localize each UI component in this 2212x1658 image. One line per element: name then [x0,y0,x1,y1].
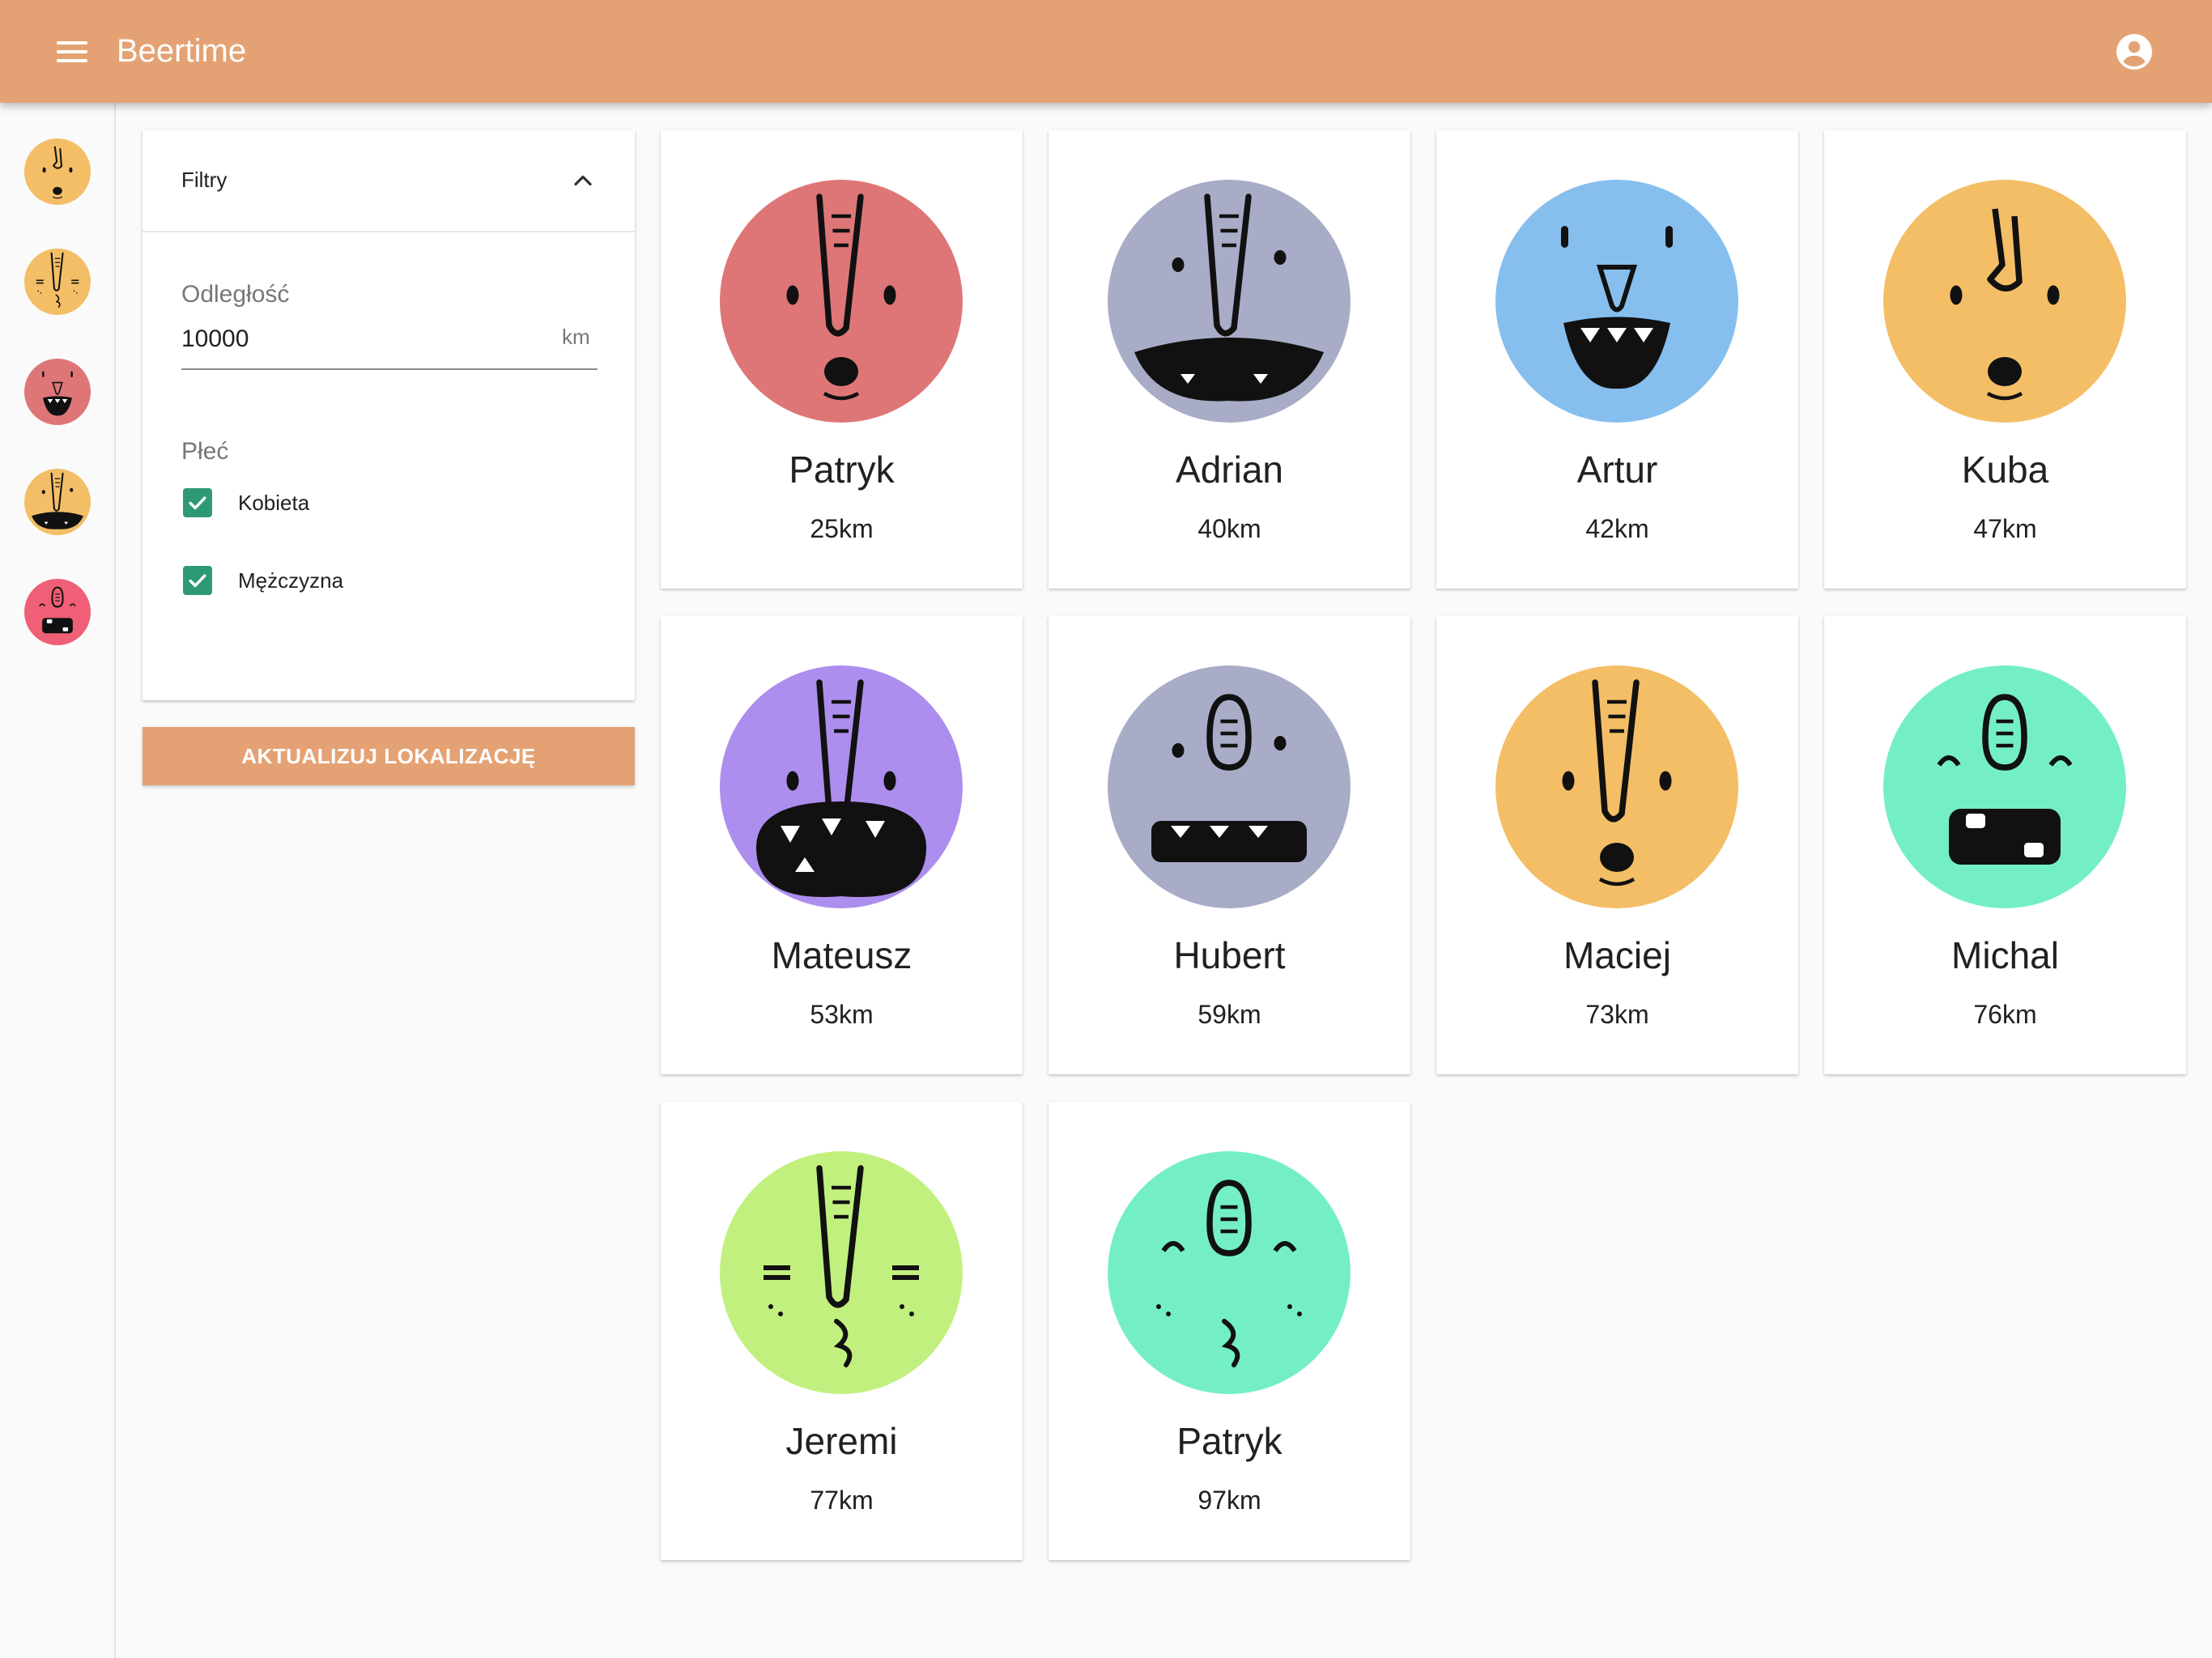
person-distance: 40km [1197,514,1261,543]
distance-unit: km [562,325,590,349]
face-avatar-icon [1495,180,1738,423]
person-name: Kuba [1961,449,2049,491]
menu-icon[interactable] [57,32,96,71]
rail-avatar-1[interactable] [24,138,91,205]
person-distance: 77km [810,1486,874,1515]
side-rail [0,103,116,1658]
checkbox-checked-icon[interactable] [183,488,212,517]
face-avatar-icon [1108,1151,1351,1394]
face-avatar-icon [1495,665,1738,908]
face-avatar-icon [1883,180,2126,423]
person-name: Adrian [1176,449,1283,491]
person-distance: 73km [1585,1000,1649,1029]
filters-header[interactable]: Filtry [143,130,635,232]
person-name: Maciej [1563,934,1671,976]
person-name: Jeremi [785,1420,898,1462]
person-name: Mateusz [771,934,912,976]
person-card[interactable]: Jeremi 77km [661,1102,1023,1560]
face-avatar-icon [720,1151,963,1394]
rail-avatar-4[interactable] [24,469,91,535]
person-name: Hubert [1173,934,1286,976]
distance-input[interactable] [181,318,598,370]
person-card[interactable]: Artur 42km [1436,130,1798,589]
person-distance: 59km [1197,1000,1261,1029]
checkbox-label: Mężczyzna [238,568,344,593]
face-avatar-icon [1108,665,1351,908]
checkbox-checked-icon[interactable] [183,566,212,595]
rail-avatar-5[interactable] [24,579,91,645]
face-avatar-icon [1108,180,1351,423]
person-card[interactable]: Maciej 73km [1436,616,1798,1074]
face-avatar-icon [720,180,963,423]
face-avatar-icon [1883,665,2126,908]
person-card[interactable]: Adrian 40km [1049,130,1410,589]
checkbox-mezczyzna[interactable]: Mężczyzna [181,566,343,595]
checkbox-label: Kobieta [238,490,310,515]
person-name: Patryk [1176,1420,1283,1462]
person-name: Michal [1951,934,2059,976]
gender-label: Płeć [181,438,229,465]
filters-panel: Filtry Odległość km Płeć Kobieta Mężczyz… [143,130,635,700]
face-avatar-icon [720,665,963,908]
account-circle-icon[interactable] [2115,32,2154,71]
person-distance: 42km [1585,514,1649,543]
person-name: Artur [1576,449,1658,491]
person-card[interactable]: Mateusz 53km [661,616,1023,1074]
update-location-button[interactable]: AKTUALIZUJ LOKALIZACJĘ [143,727,635,785]
person-distance: 25km [810,514,874,543]
person-distance: 53km [810,1000,874,1029]
rail-avatar-2[interactable] [24,249,91,315]
rail-avatar-3[interactable] [24,359,91,425]
app-bar: Beertime [0,0,2212,103]
distance-label: Odległość [181,281,290,308]
person-distance: 47km [1973,514,2037,543]
app-title: Beertime [117,33,247,69]
person-card[interactable]: Patryk 25km [661,130,1023,589]
person-card[interactable]: Hubert 59km [1049,616,1410,1074]
checkbox-kobieta[interactable]: Kobieta [181,488,309,517]
filters-title: Filtry [181,168,228,192]
person-card[interactable]: Patryk 97km [1049,1102,1410,1560]
person-distance: 97km [1197,1486,1261,1515]
person-name: Patryk [789,449,895,491]
chevron-up-icon [574,175,592,186]
person-card[interactable]: Kuba 47km [1824,130,2186,589]
person-card[interactable]: Michal 76km [1824,616,2186,1074]
person-distance: 76km [1973,1000,2037,1029]
